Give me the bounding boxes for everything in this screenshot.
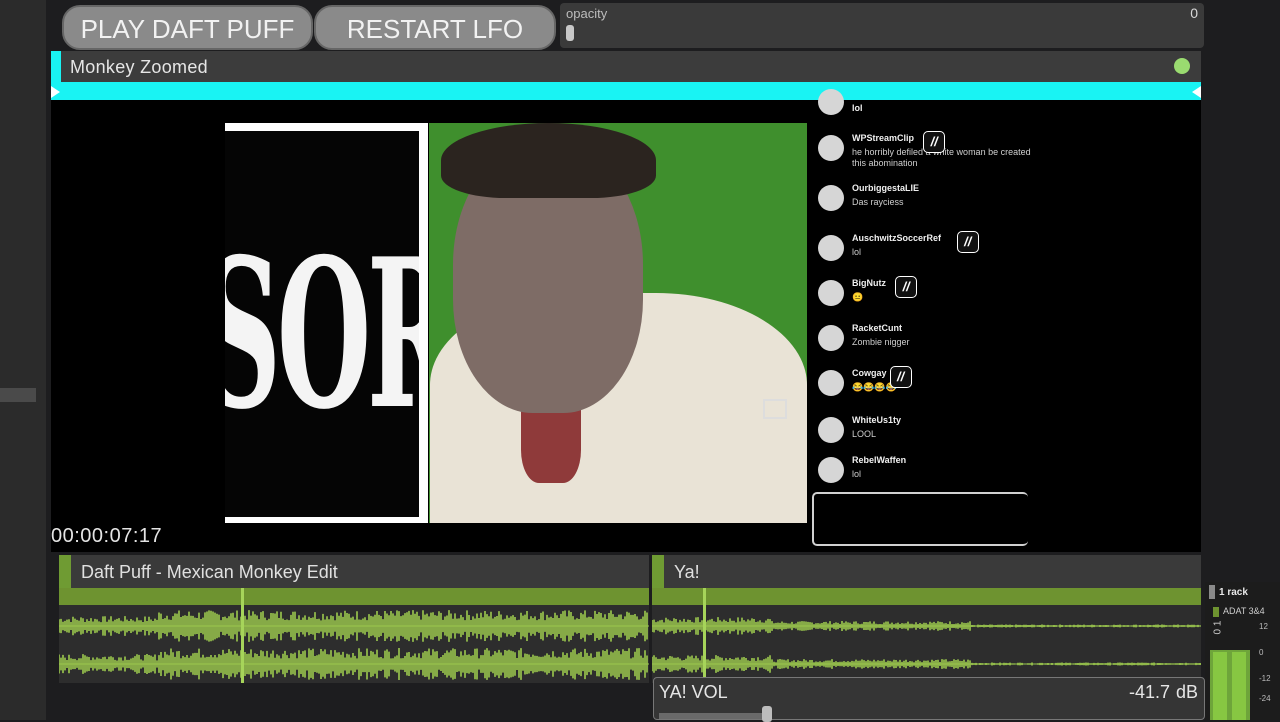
rack-label: 1 rack xyxy=(1219,587,1248,598)
clip-accent xyxy=(51,51,61,82)
clip-header[interactable] xyxy=(51,51,1201,82)
chat-avatar xyxy=(818,235,844,261)
chat-avatar xyxy=(818,457,844,483)
meter-panel: 1 rack ADAT 3&4 0 1 12 0 -12 -24 xyxy=(1205,582,1280,720)
ya-volume-slider[interactable]: YA! VOL -41.7 dB xyxy=(653,677,1205,722)
restart-lfo-button[interactable]: RESTART LFO xyxy=(314,5,556,50)
chat-message: RebelWaffen lol xyxy=(815,453,1035,493)
chat-text: 😐 xyxy=(852,292,864,302)
chat-username: Cowgay xyxy=(852,368,887,378)
picture-in-picture-icon xyxy=(763,399,787,419)
audio-track-daft-puff[interactable]: Daft Puff - Mexican Monkey Edit xyxy=(59,555,649,683)
chat-username: OurbiggestaLIE xyxy=(852,183,920,193)
meter-tick: 12 xyxy=(1259,622,1268,631)
chat-panel: lol WPStreamCliphe horribly defiled a whi… xyxy=(815,89,1035,501)
chat-avatar xyxy=(818,417,844,443)
play-daft-puff-button[interactable]: PLAY DAFT PUFF xyxy=(62,5,313,50)
timecode: 00:00:07:17 xyxy=(51,525,163,547)
clip-title: Monkey Zoomed xyxy=(70,57,208,77)
meter-tick: 0 xyxy=(1259,648,1264,657)
track-title: Daft Puff - Mexican Monkey Edit xyxy=(81,562,338,582)
chat-username: RebelWaffen xyxy=(852,455,907,465)
meter-channels: 0 1 xyxy=(1212,620,1224,635)
chat-text: Das rayciess xyxy=(852,197,904,207)
device-label: ADAT 3&4 xyxy=(1223,606,1265,616)
left-panel-strip xyxy=(0,0,46,720)
chat-username: BigNutz xyxy=(852,278,886,288)
volume-unit: dB xyxy=(1175,682,1198,702)
chat-message: OurbiggestaLIE Das rayciess xyxy=(815,181,1035,221)
chat-avatar xyxy=(818,89,844,115)
chat-avatar xyxy=(818,370,844,396)
person-hair xyxy=(441,123,656,198)
chat-message: AuschwitzSoccerRef lol // xyxy=(815,231,1035,271)
track-accent xyxy=(652,555,664,588)
censored-sign: SORED xyxy=(225,123,428,523)
chat-text: lol xyxy=(852,247,862,257)
chat-text: LOOL xyxy=(852,429,877,439)
video-clip-monkey-zoomed[interactable]: Monkey Zoomed SORED lol WPStreamCliphe ho… xyxy=(51,51,1201,552)
meter-tick: -12 xyxy=(1259,674,1271,683)
track-title: Ya! xyxy=(674,562,700,582)
chat-badge-icon: // xyxy=(895,276,918,298)
chat-avatar xyxy=(818,135,844,161)
censored-sign-inner: SORED xyxy=(225,131,419,517)
track-timeline-bar[interactable] xyxy=(59,588,649,605)
chat-text: 😂😂😂😂 xyxy=(852,382,897,392)
chat-message: Cowgay 😂😂😂😂// xyxy=(815,366,1035,406)
chat-badge-icon: // xyxy=(889,366,912,388)
chat-badge-icon: // xyxy=(923,131,946,153)
chat-username: RacketCunt xyxy=(852,323,903,333)
opacity-label: opacity xyxy=(566,6,608,21)
level-meter-left xyxy=(1213,652,1227,720)
rack-indicator xyxy=(1209,585,1215,599)
track-header[interactable] xyxy=(652,555,1201,588)
video-frame: SORED xyxy=(225,123,807,523)
chat-message: WhiteUs1ty LOOL xyxy=(815,413,1035,453)
chat-input-box xyxy=(812,492,1028,546)
opacity-slider-handle[interactable] xyxy=(566,25,574,41)
left-panel-handle[interactable] xyxy=(0,388,36,402)
meter-tick: -24 xyxy=(1259,694,1271,703)
chat-message: RacketCunt Zombie nigger xyxy=(815,321,1035,361)
track-timeline-bar[interactable] xyxy=(652,588,1201,605)
clip-timeline-bar[interactable] xyxy=(51,82,1201,100)
chat-avatar xyxy=(818,185,844,211)
clip-end-marker-icon[interactable] xyxy=(1192,86,1201,98)
chat-text: Zombie nigger xyxy=(852,337,910,347)
opacity-slider[interactable]: opacity 0 xyxy=(560,3,1204,48)
volume-label: YA! VOL xyxy=(659,682,728,702)
device-indicator xyxy=(1213,607,1219,617)
level-meter-right xyxy=(1232,652,1246,720)
track-accent xyxy=(59,555,71,588)
volume-value: -41.7 xyxy=(1128,682,1170,702)
chat-username: WhiteUs1ty xyxy=(852,415,902,425)
opacity-value: 0 xyxy=(1190,5,1198,21)
chat-message: BigNutz 😐 // xyxy=(815,276,1035,316)
censored-sign-text: SORED xyxy=(225,216,419,456)
chat-text: lol xyxy=(852,469,862,479)
chat-avatar xyxy=(818,280,844,306)
chat-badge-icon: // xyxy=(956,231,979,253)
playhead[interactable] xyxy=(241,588,244,683)
track-waveform xyxy=(59,610,649,680)
playhead[interactable] xyxy=(703,588,706,683)
track-waveform xyxy=(652,617,1201,673)
chat-message: WPStreamCliphe horribly defiled a white … xyxy=(815,131,1035,171)
chat-username: WPStreamClip xyxy=(852,133,915,143)
audio-track-ya[interactable]: Ya! xyxy=(652,555,1201,683)
chat-username: lol xyxy=(852,103,863,113)
clip-start-marker-icon[interactable] xyxy=(51,86,60,98)
clip-status-dot xyxy=(1174,58,1190,74)
volume-slider-track[interactable] xyxy=(659,713,767,719)
chat-username: AuschwitzSoccerRef xyxy=(852,233,942,243)
chat-avatar xyxy=(818,325,844,351)
